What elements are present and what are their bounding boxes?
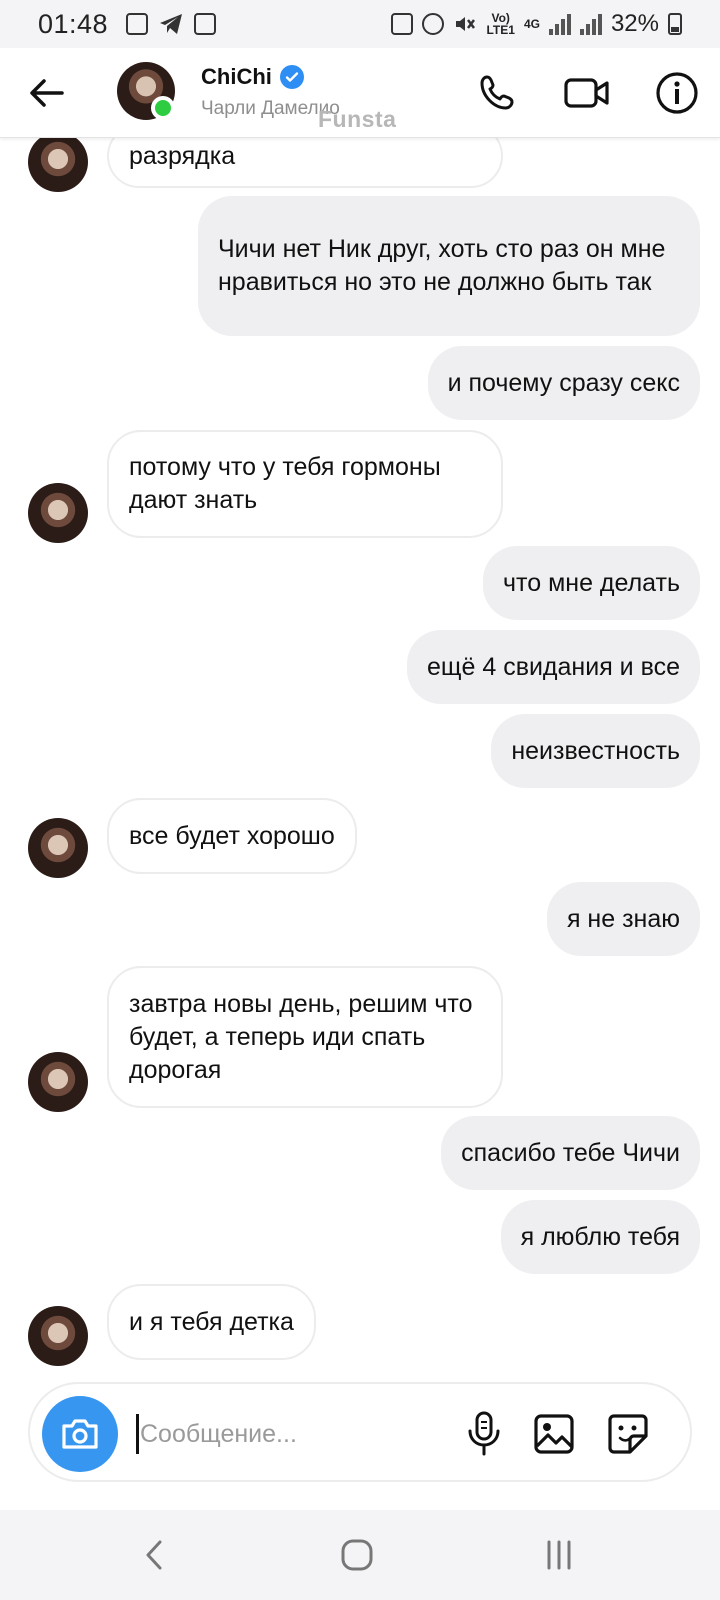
message-avatar[interactable] (28, 483, 88, 543)
watermark: Funsta (318, 106, 397, 132)
message-avatar[interactable] (28, 818, 88, 878)
back-button[interactable] (24, 70, 70, 116)
gallery-notification-icon (126, 13, 149, 35)
lock-icon (391, 13, 414, 35)
battery-percent: 32% (610, 10, 659, 37)
video-camera-icon (564, 78, 609, 108)
outgoing-message[interactable]: что мне делать (483, 546, 700, 620)
voice-message-button[interactable] (458, 1408, 510, 1460)
message-text: потому что у тебя гормоны дают знать (129, 453, 441, 514)
message-text: и я тебя детка (129, 1307, 294, 1336)
chat-header: ChiChi Чарли Дамелио Funsta (0, 48, 720, 138)
outgoing-message[interactable]: Чичи нет Ник друг, хоть сто раз он мне н… (198, 196, 700, 336)
voice-call-button[interactable] (472, 68, 522, 118)
sticker-button[interactable] (602, 1408, 654, 1460)
volte-label: Vo) LTE1 (486, 11, 515, 37)
microphone-icon (468, 1411, 500, 1456)
contact-name: ChiChi (201, 64, 272, 89)
message-text: неизвестность (511, 736, 680, 765)
mute-icon (456, 17, 476, 31)
incoming-message[interactable]: и я тебя детка (107, 1284, 316, 1360)
message-text: ещё 4 свидания и все (427, 652, 680, 681)
recents-icon (547, 1540, 571, 1570)
phone-icon (480, 75, 514, 110)
outgoing-message[interactable]: спасибо тебе Чичи (441, 1116, 700, 1190)
incoming-message[interactable]: все будет хорошо (107, 798, 357, 874)
network-label: 4G (523, 17, 540, 31)
message-text: Чичи нет Ник друг, хоть сто раз он мне н… (218, 235, 666, 296)
camera-button[interactable] (42, 1396, 118, 1472)
outgoing-message[interactable]: я люблю тебя (500, 1200, 700, 1274)
sticker-icon (608, 1414, 648, 1454)
message-avatar[interactable] (28, 132, 88, 192)
message-input[interactable] (140, 1412, 440, 1456)
camera-icon (62, 1419, 98, 1449)
status-time: 01:48 (38, 8, 109, 39)
message-text: спасибо тебе Чичи (461, 1138, 680, 1167)
text-cursor (136, 1414, 139, 1454)
outgoing-message[interactable]: я не знаю (546, 882, 700, 956)
contact-name-row[interactable]: ChiChi (201, 64, 304, 90)
system-navigation-bar (0, 1510, 720, 1600)
back-arrow-icon (30, 79, 64, 107)
status-system-icons: Vo) LTE1 4G 32% (391, 10, 682, 38)
image-icon (534, 1414, 574, 1454)
battery-icon (668, 13, 682, 35)
message-text: я люблю тебя (520, 1222, 680, 1251)
alarm-icon (422, 13, 445, 35)
signal-icon-2 (579, 13, 602, 35)
message-avatar[interactable] (28, 1052, 88, 1112)
video-call-button[interactable] (562, 68, 612, 118)
app-notification-icon (194, 13, 217, 35)
signal-icon (548, 13, 571, 35)
message-composer (28, 1382, 692, 1482)
info-icon (656, 72, 698, 114)
message-text: я не знаю (566, 904, 680, 933)
message-text: все будет хорошо (129, 821, 335, 850)
status-bar: 01:48 Vo) LTE1 4G 32% (0, 0, 720, 48)
nav-back-button[interactable] (130, 1532, 180, 1578)
gallery-button[interactable] (528, 1408, 580, 1460)
outgoing-message[interactable]: и почему сразу секс (427, 346, 700, 420)
outgoing-message[interactable]: ещё 4 свидания и все (407, 630, 700, 704)
message-text: и почему сразу секс (447, 368, 680, 397)
message-text: что мне делать (503, 568, 680, 597)
message-avatar[interactable] (28, 1306, 88, 1366)
incoming-message[interactable]: завтра новы день, решим что будет, а теп… (107, 966, 503, 1108)
incoming-message[interactable]: потому что у тебя гормоны дают знать (107, 430, 503, 538)
outgoing-message[interactable]: неизвестность (491, 714, 700, 788)
chevron-left-icon (146, 1540, 162, 1570)
nav-recents-button[interactable] (534, 1532, 584, 1578)
status-notification-icons (126, 12, 217, 36)
message-text: разрядка (129, 141, 236, 170)
home-icon (341, 1539, 373, 1571)
verified-badge-icon (279, 65, 304, 89)
online-status-dot (151, 96, 175, 120)
nav-home-button[interactable] (332, 1532, 382, 1578)
info-button[interactable] (652, 68, 702, 118)
message-text: завтра новы день, решим что будет, а теп… (129, 989, 473, 1084)
telegram-icon (160, 14, 183, 34)
